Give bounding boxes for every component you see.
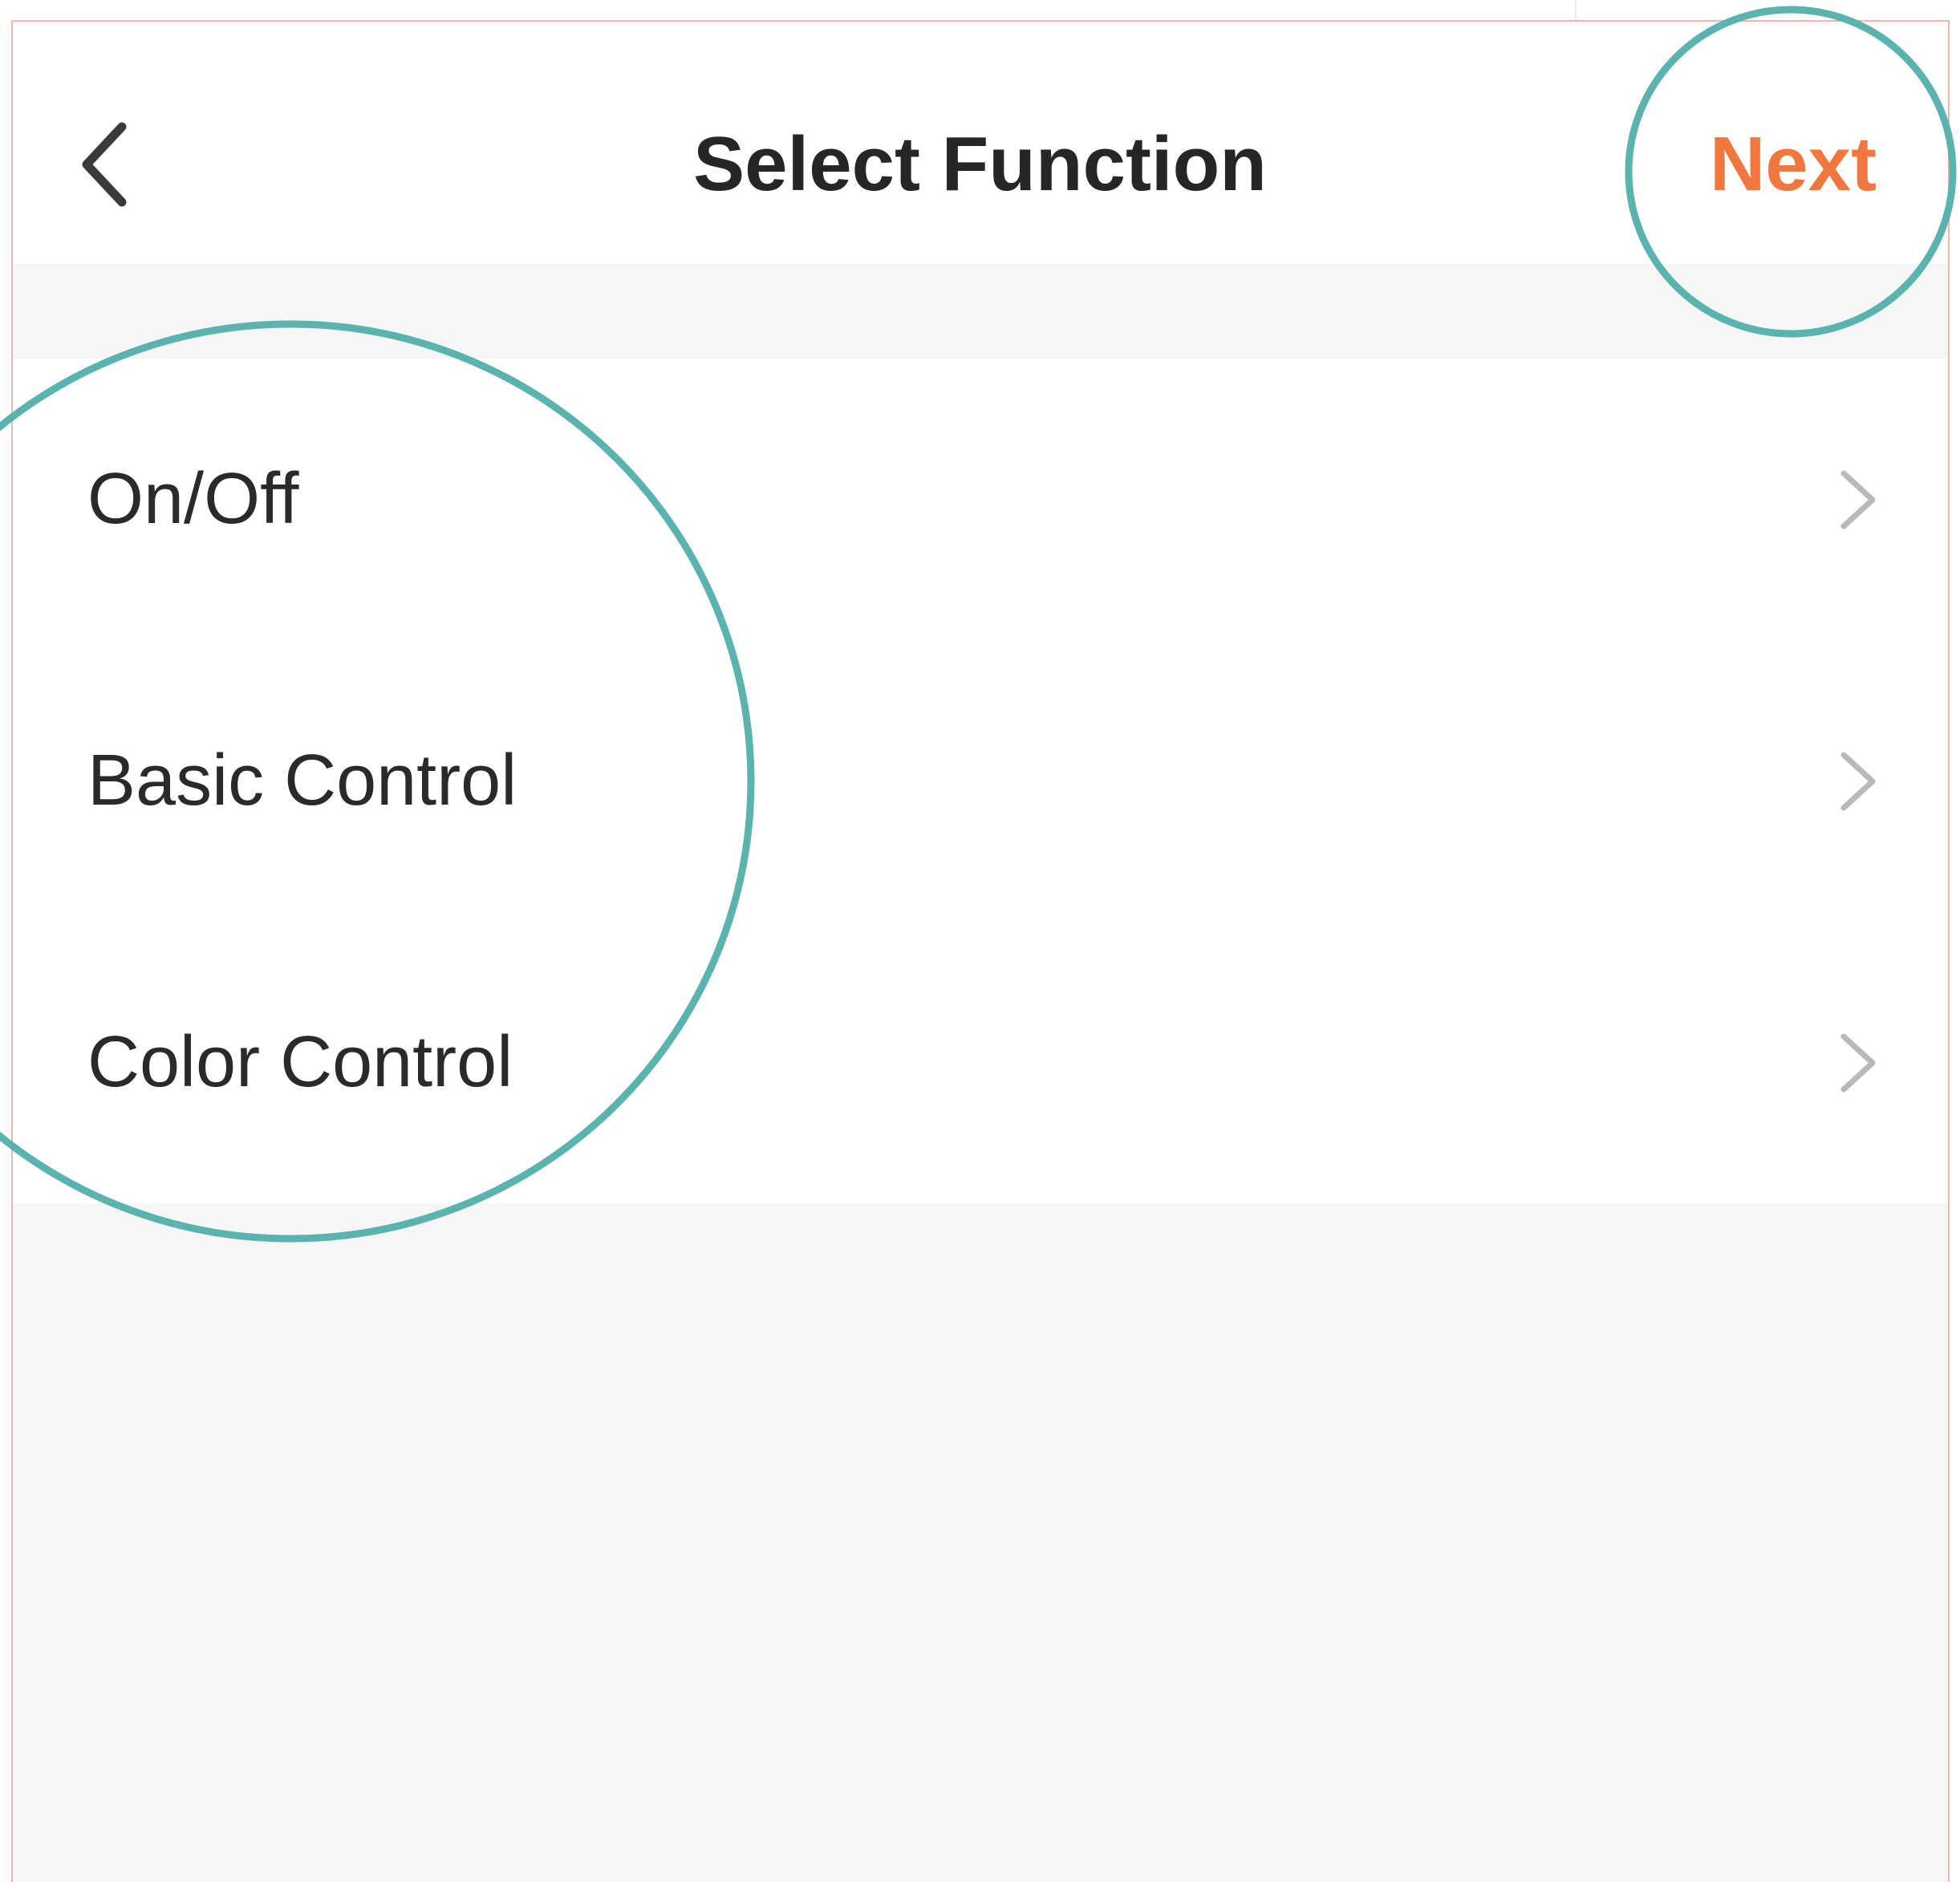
list-item-label: Basic Control: [87, 740, 517, 821]
chevron-right-icon: [1834, 1030, 1882, 1096]
next-button[interactable]: Next: [1677, 112, 1909, 217]
empty-area: [13, 1203, 1948, 1882]
app-screen: Select Function Next On/Off Basic Contro…: [0, 0, 1960, 1882]
chevron-right-icon: [1834, 748, 1882, 814]
list-item-label: On/Off: [87, 459, 299, 539]
list-item-on-off[interactable]: On/Off: [13, 359, 1948, 640]
list-item-label: Color Control: [87, 1022, 513, 1102]
function-list: On/Off Basic Control Color Control: [13, 359, 1948, 1203]
list-item-basic-control[interactable]: Basic Control: [13, 640, 1948, 922]
frame-marker: [1575, 0, 1577, 20]
chevron-right-icon: [1834, 467, 1882, 533]
frame-border-right: [1948, 20, 1950, 1882]
list-item-color-control[interactable]: Color Control: [13, 922, 1948, 1203]
page-title: Select Function: [693, 121, 1267, 207]
section-divider: [13, 264, 1948, 359]
